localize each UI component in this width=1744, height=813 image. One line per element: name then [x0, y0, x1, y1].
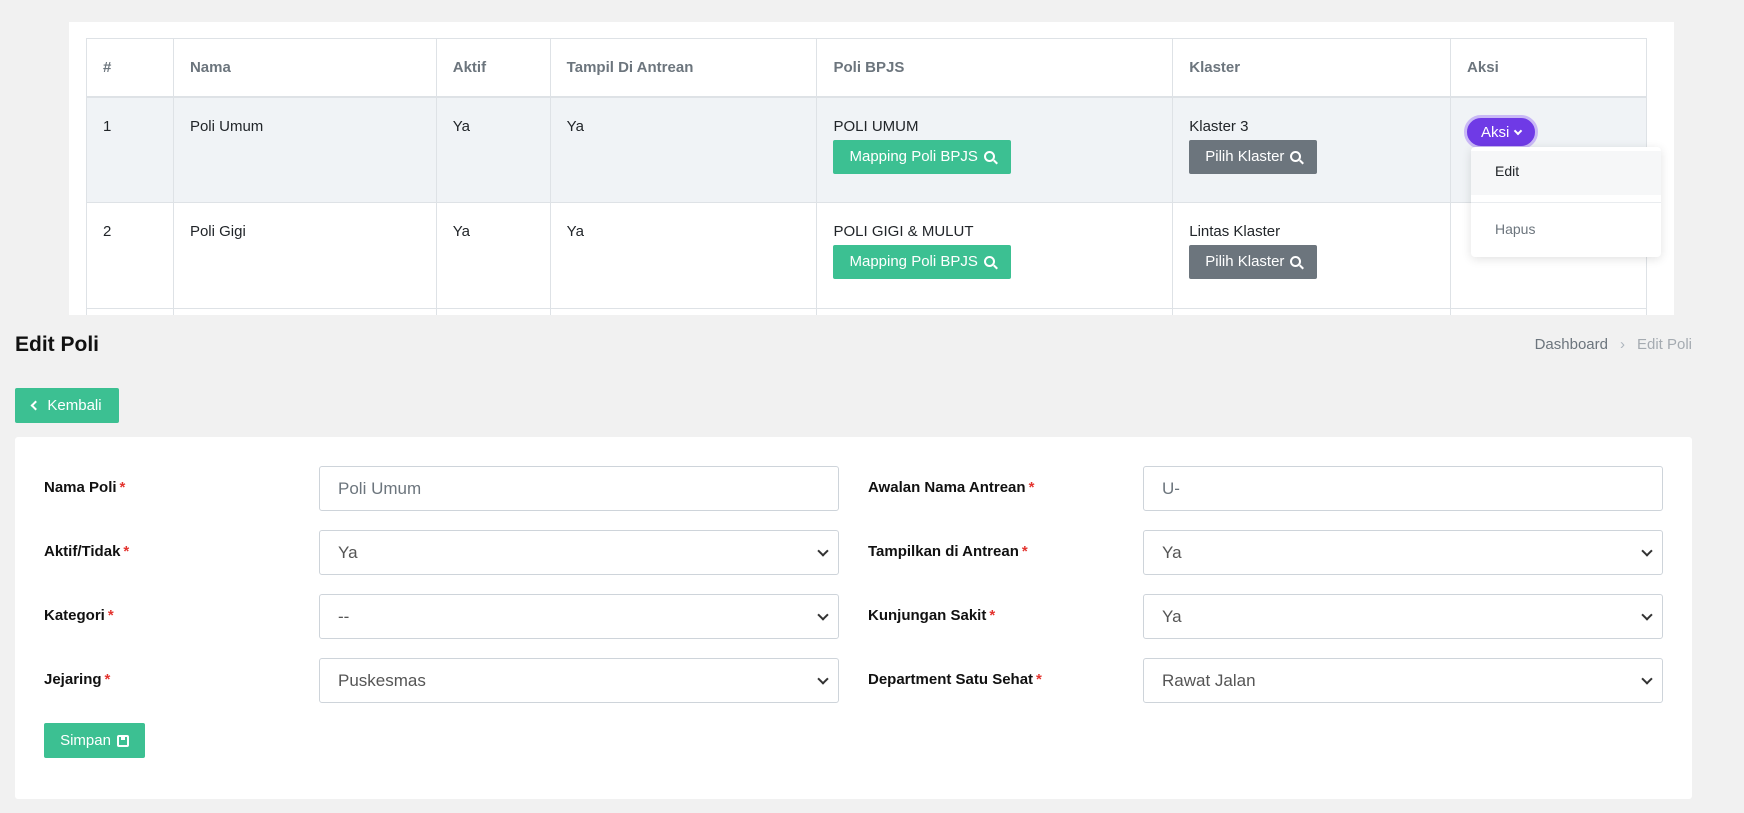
kunjungan-sakit-value: Ya	[1162, 607, 1182, 626]
search-icon	[983, 150, 995, 162]
nama-poli-input[interactable]	[319, 466, 839, 511]
aksi-button-label: Aksi	[1481, 123, 1510, 141]
col-header-aksi: Aksi	[1450, 38, 1647, 98]
cell-klaster: Lintas Klaster Pilih Klaster	[1172, 202, 1452, 309]
cell-nama: Poli Umum	[172, 96, 437, 203]
department-satu-sehat-select[interactable]: Rawat Jalan	[1143, 658, 1663, 703]
save-button-label: Simpan	[60, 732, 111, 749]
search-icon	[1290, 150, 1302, 162]
required-mark: *	[107, 607, 114, 624]
kunjungan-sakit-label: Kunjungan Sakit *	[868, 607, 996, 624]
tampilkan-antrean-value: Ya	[1162, 543, 1182, 562]
poli-table-card: # Nama Aktif Tampil Di Antrean Poli BPJS…	[69, 22, 1674, 315]
cell-tampil: Ya	[549, 202, 818, 309]
table-header-row: # Nama Aktif Tampil Di Antrean Poli BPJS…	[86, 38, 1647, 98]
required-mark: *	[1036, 671, 1042, 688]
aktif-tidak-value: Ya	[338, 543, 358, 562]
required-mark: *	[104, 671, 111, 688]
breadcrumb-current: Edit Poli	[1636, 336, 1692, 353]
cell-aktif: Ya	[435, 96, 551, 203]
breadcrumb-dashboard[interactable]: Dashboard	[1535, 336, 1608, 353]
save-button[interactable]: Simpan	[44, 723, 145, 758]
klaster-name: Lintas Klaster	[1189, 223, 1281, 240]
table-row	[86, 308, 1647, 315]
breadcrumb-separator-icon: ›	[1619, 336, 1625, 353]
pilih-klaster-button[interactable]: Pilih Klaster	[1189, 139, 1318, 174]
klaster-button-label: Pilih Klaster	[1205, 253, 1285, 270]
mapping-button-label: Mapping Poli BPJS	[849, 253, 978, 270]
poli-bpjs-name: POLI GIGI & MULUT	[833, 223, 974, 240]
klaster-name: Klaster 3	[1189, 117, 1249, 135]
col-header-tampil: Tampil Di Antrean	[549, 38, 818, 98]
tampilkan-antrean-select[interactable]: Ya	[1143, 530, 1663, 575]
menu-divider	[1471, 202, 1661, 203]
cell-number: 2	[86, 202, 174, 309]
aksi-dropdown-menu: Edit Hapus	[1471, 147, 1661, 257]
tampilkan-antrean-label: Tampilkan di Antrean *	[868, 543, 1028, 560]
jejaring-value: Puskesmas	[338, 671, 426, 690]
chevron-down-icon	[1514, 126, 1523, 135]
col-header-klaster: Klaster	[1172, 38, 1452, 98]
cell-number: 1	[86, 96, 174, 203]
awalan-nama-antrean-label: Awalan Nama Antrean *	[868, 479, 1035, 496]
jejaring-select[interactable]: Puskesmas	[319, 658, 839, 703]
department-satu-sehat-label: Department Satu Sehat *	[868, 671, 1042, 688]
cell-poli-bpjs: POLI GIGI & MULUT Mapping Poli BPJS	[816, 202, 1174, 309]
search-icon	[983, 256, 995, 267]
floppy-disk-icon	[116, 734, 129, 747]
chevron-down-icon	[1641, 545, 1653, 557]
breadcrumb: Dashboard › Edit Poli	[1535, 336, 1692, 353]
chevron-down-icon	[817, 545, 829, 557]
back-button[interactable]: Kembali	[15, 388, 119, 423]
menu-item-edit[interactable]: Edit	[1471, 151, 1661, 195]
cell-nama: Poli Gigi	[172, 202, 437, 309]
mapping-poli-bpjs-button[interactable]: Mapping Poli BPJS	[833, 139, 1011, 174]
required-mark: *	[1028, 479, 1035, 496]
poli-table: # Nama Aktif Tampil Di Antrean Poli BPJS…	[86, 38, 1647, 315]
back-button-label: Kembali	[47, 397, 102, 414]
edit-poli-form: Nama Poli* Awalan Nama Antrean* Aktif/Ti…	[15, 437, 1692, 799]
page-title: Edit Poli	[15, 333, 99, 356]
table-row: 1 Poli Umum Ya Ya POLI UMUM Mapping Poli…	[86, 96, 1647, 203]
aksi-dropdown-button[interactable]: Aksi	[1464, 114, 1539, 149]
required-mark: *	[1021, 543, 1028, 560]
kategori-label: Kategori *	[44, 607, 114, 624]
chevron-down-icon	[817, 673, 829, 685]
mapping-button-label: Mapping Poli BPJS	[849, 147, 978, 165]
col-header-aktif: Aktif	[435, 38, 551, 98]
chevron-down-icon	[817, 609, 829, 621]
table-row: 2 Poli Gigi Ya Ya POLI GIGI & MULUT Mapp…	[86, 202, 1647, 309]
nama-poli-label: Nama Poli *	[44, 479, 126, 496]
department-satu-sehat-value: Rawat Jalan	[1162, 671, 1256, 690]
chevron-down-icon	[1641, 609, 1653, 621]
menu-item-hapus[interactable]: Hapus	[1471, 209, 1661, 253]
jejaring-label: Jejaring *	[44, 671, 111, 688]
chevron-left-icon	[30, 400, 41, 411]
kunjungan-sakit-select[interactable]: Ya	[1143, 594, 1663, 639]
col-header-nama: Nama	[172, 38, 437, 98]
awalan-nama-antrean-input[interactable]	[1143, 466, 1663, 511]
search-icon	[1290, 256, 1302, 267]
col-header-poli-bpjs: Poli BPJS	[816, 38, 1174, 98]
aktif-tidak-label: Aktif/Tidak *	[44, 543, 130, 560]
cell-aktif: Ya	[435, 202, 551, 309]
cell-tampil: Ya	[549, 96, 818, 203]
required-mark: *	[123, 543, 130, 560]
kategori-value: --	[338, 607, 350, 626]
cell-klaster: Klaster 3 Pilih Klaster	[1172, 96, 1452, 203]
mapping-poli-bpjs-button[interactable]: Mapping Poli BPJS	[833, 245, 1011, 279]
pilih-klaster-button[interactable]: Pilih Klaster	[1189, 245, 1318, 279]
chevron-down-icon	[1641, 673, 1653, 685]
kategori-select[interactable]: --	[319, 594, 839, 639]
poli-bpjs-name: POLI UMUM	[833, 117, 919, 135]
aktif-tidak-select[interactable]: Ya	[319, 530, 839, 575]
klaster-button-label: Pilih Klaster	[1205, 147, 1285, 165]
col-header-number: #	[86, 38, 174, 98]
cell-poli-bpjs: POLI UMUM Mapping Poli BPJS	[816, 96, 1174, 203]
required-mark: *	[989, 607, 996, 624]
required-mark: *	[119, 479, 126, 496]
